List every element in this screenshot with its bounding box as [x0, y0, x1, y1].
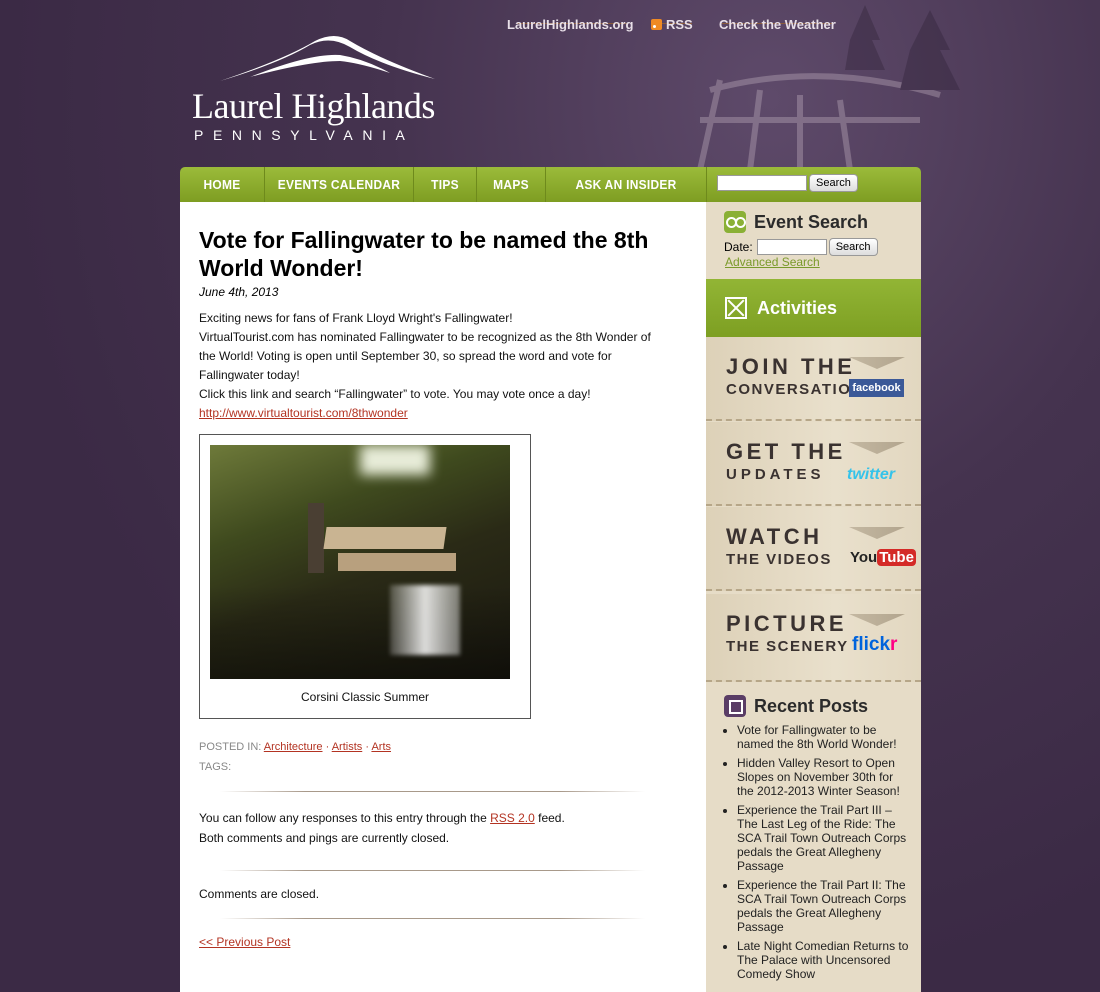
activities-icon	[725, 297, 747, 319]
rss-label: RSS	[666, 17, 693, 32]
event-search-title: Event Search	[754, 211, 869, 232]
nav-divider	[413, 167, 414, 202]
mountain-logo-icon	[220, 36, 435, 81]
nav-maps[interactable]: MAPS	[480, 167, 543, 202]
arrow-down-icon	[849, 527, 905, 539]
tags-label: TAGS:	[199, 761, 232, 773]
promo-line2: THE SCENERY	[726, 638, 849, 655]
twitter-icon: twitter	[847, 466, 895, 483]
youtube-promo[interactable]: WATCH THE VIDEOS You Tube	[706, 507, 921, 591]
sidebar: Event Search Date: Search Advanced Searc…	[706, 202, 921, 992]
recent-post-link[interactable]: Late Night Comedian Returns to The Palac…	[737, 939, 912, 981]
arrow-down-icon	[849, 614, 905, 626]
promo-line2: CONVERSATION	[726, 381, 864, 398]
facebook-promo[interactable]: JOIN THE CONVERSATION facebook	[706, 337, 921, 421]
divider	[220, 791, 645, 792]
arrow-down-icon	[849, 442, 905, 454]
post-image-figure: Corsini Classic Summer	[199, 434, 531, 719]
nav-tips[interactable]: TIPS	[416, 167, 473, 202]
laurelhighlands-org-link[interactable]: LaurelHighlands.org	[507, 17, 633, 32]
image-caption: Corsini Classic Summer	[300, 690, 430, 704]
divider	[220, 918, 645, 919]
event-date-row: Date: Search	[724, 238, 878, 256]
nav-home[interactable]: HOME	[183, 167, 260, 202]
nav-divider	[706, 167, 707, 202]
promo-line2: UPDATES	[726, 466, 825, 483]
recent-post-link[interactable]: Hidden Valley Resort to Open Slopes on N…	[737, 756, 912, 798]
category-artists-link[interactable]: Artists	[332, 741, 363, 753]
post-meta: POSTED IN: Architecture · Artists · Arts…	[199, 737, 391, 777]
flickr-promo[interactable]: PICTURE THE SCENERY flickr	[706, 594, 921, 682]
recent-post-link[interactable]: Vote for Fallingwater to be named the 8t…	[737, 723, 912, 751]
category-arts-link[interactable]: Arts	[371, 741, 391, 753]
twitter-promo[interactable]: GET THE UPDATES twitter	[706, 422, 921, 506]
previous-post-link[interactable]: << Previous Post	[199, 935, 290, 949]
recent-posts-heading: Recent Posts	[724, 695, 912, 717]
youtube-icon: You Tube	[850, 549, 916, 566]
activities-banner[interactable]: Activities	[706, 279, 921, 337]
advanced-search-link[interactable]: Advanced Search	[725, 255, 820, 269]
check-weather-link[interactable]: Check the Weather	[719, 17, 836, 32]
rss-link[interactable]: RSS	[651, 17, 693, 32]
rss-feed-link[interactable]: RSS 2.0	[490, 811, 535, 825]
promo-line1: WATCH	[726, 524, 823, 549]
category-architecture-link[interactable]: Architecture	[264, 741, 323, 753]
follow-text-after: feed.	[534, 811, 565, 825]
promo-line1: PICTURE	[726, 611, 848, 636]
owl-icon	[724, 211, 746, 233]
logo-title: Laurel Highlands	[192, 86, 435, 126]
event-search-button[interactable]: Search	[828, 238, 878, 256]
site-search-button[interactable]: Search	[809, 174, 858, 192]
event-search-heading: Event Search	[724, 211, 868, 233]
post-body: Exciting news for fans of Frank Lloyd Wr…	[199, 309, 669, 423]
post-paragraph: Exciting news for fans of Frank Lloyd Wr…	[199, 311, 513, 325]
site-search: Search	[717, 174, 917, 194]
posted-in-label: POSTED IN:	[199, 741, 262, 753]
closed-pings-text: Both comments and pings are currently cl…	[199, 831, 450, 845]
comments-closed-text: Comments are closed.	[199, 887, 320, 901]
follow-text-before: You can follow any responses to this ent…	[199, 811, 491, 825]
promo-line1: GET THE	[726, 439, 846, 464]
recent-posts-list: Vote for Fallingwater to be named the 8t…	[737, 723, 912, 981]
site-search-input[interactable]	[717, 175, 807, 191]
top-links: LaurelHighlands.org RSS Check the Weathe…	[507, 15, 847, 35]
post-paragraph: Click this link and search “Fallingwater…	[199, 387, 591, 401]
recent-posts-icon	[724, 695, 746, 717]
main-content: Vote for Fallingwater to be named the 8t…	[180, 202, 706, 992]
date-label: Date:	[724, 240, 753, 254]
arrow-down-icon	[849, 357, 905, 369]
virtualtourist-link[interactable]: http://www.virtualtourist.com/8thwonder	[199, 406, 408, 420]
activities-label: Activities	[757, 297, 838, 318]
facebook-icon: facebook	[849, 379, 904, 397]
nav-divider	[545, 167, 546, 202]
post-title: Vote for Fallingwater to be named the 8t…	[199, 227, 649, 281]
post-paragraph: VirtualTourist.com has nominated Falling…	[199, 330, 651, 382]
recent-posts: Recent Posts Vote for Fallingwater to be…	[720, 695, 912, 986]
post-date: June 4th, 2013	[199, 285, 279, 299]
main-nav: HOME EVENTS CALENDAR TIPS MAPS ASK AN IN…	[180, 167, 921, 202]
promo-line1: JOIN THE	[726, 354, 856, 379]
follow-text: You can follow any responses to this ent…	[199, 808, 669, 848]
event-date-input[interactable]	[756, 239, 827, 255]
promo-line2: THE VIDEOS	[726, 551, 832, 568]
site-logo[interactable]: Laurel Highlands PENNSYLVANIA	[190, 33, 440, 143]
nav-divider	[476, 167, 477, 202]
nav-events-calendar[interactable]: EVENTS CALENDAR	[271, 167, 407, 202]
recent-posts-title: Recent Posts	[754, 696, 869, 716]
flickr-icon: flickr	[852, 634, 898, 655]
logo-subtitle: PENNSYLVANIA	[194, 127, 415, 143]
rss-icon	[651, 19, 662, 30]
fallingwater-photo[interactable]	[210, 445, 510, 679]
recent-post-link[interactable]: Experience the Trail Part II: The SCA Tr…	[737, 878, 912, 934]
recent-post-link[interactable]: Experience the Trail Part III – The Last…	[737, 803, 912, 873]
divider	[220, 870, 645, 871]
nav-ask-an-insider[interactable]: ASK AN INSIDER	[552, 167, 699, 202]
nav-divider	[264, 167, 265, 202]
